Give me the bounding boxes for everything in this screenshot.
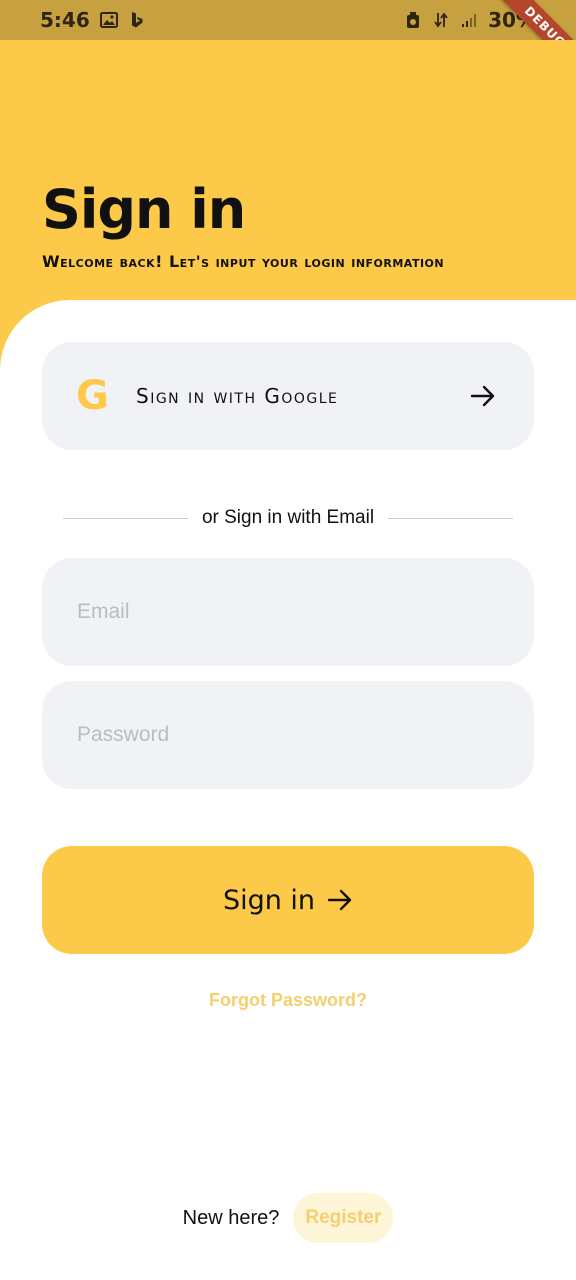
sign-in-button-label: Sign in bbox=[222, 884, 316, 916]
register-footer: New here? Register bbox=[0, 1193, 576, 1243]
email-field-container bbox=[42, 558, 534, 666]
arrow-right-icon bbox=[327, 889, 353, 911]
sign-in-button[interactable]: Sign in bbox=[42, 846, 534, 954]
email-input[interactable] bbox=[42, 558, 534, 666]
alarm-icon bbox=[404, 11, 422, 29]
divider-text: or Sign in with Email bbox=[201, 507, 375, 528]
status-left: 5:46 bbox=[40, 8, 146, 32]
register-button[interactable]: Register bbox=[293, 1193, 394, 1243]
forgot-password-link[interactable]: Forgot Password? bbox=[0, 990, 576, 1011]
google-sign-in-button[interactable]: G Sign in with Google bbox=[42, 342, 534, 450]
sign-in-screen: 5:46 30% DEBUG Sign in Welcome back! Let… bbox=[0, 0, 576, 1280]
status-time: 5:46 bbox=[40, 8, 90, 32]
signal-icon bbox=[460, 11, 478, 29]
bing-icon bbox=[128, 11, 146, 29]
google-sign-in-label: Sign in with Google bbox=[136, 384, 339, 408]
page-subtitle: Welcome back! Let's input your login inf… bbox=[42, 252, 445, 271]
google-icon: G bbox=[76, 373, 109, 419]
data-transfer-icon bbox=[432, 11, 450, 29]
status-bar: 5:46 30% bbox=[0, 0, 576, 40]
divider-line-right bbox=[388, 517, 513, 519]
password-field-container bbox=[42, 681, 534, 789]
new-here-text: New here? bbox=[182, 1206, 280, 1229]
image-icon bbox=[99, 11, 118, 29]
divider-line-left bbox=[63, 517, 188, 519]
arrow-right-icon bbox=[470, 385, 496, 407]
email-divider: or Sign in with Email bbox=[63, 504, 513, 532]
page-title: Sign in bbox=[42, 178, 246, 241]
password-input[interactable] bbox=[42, 681, 534, 789]
